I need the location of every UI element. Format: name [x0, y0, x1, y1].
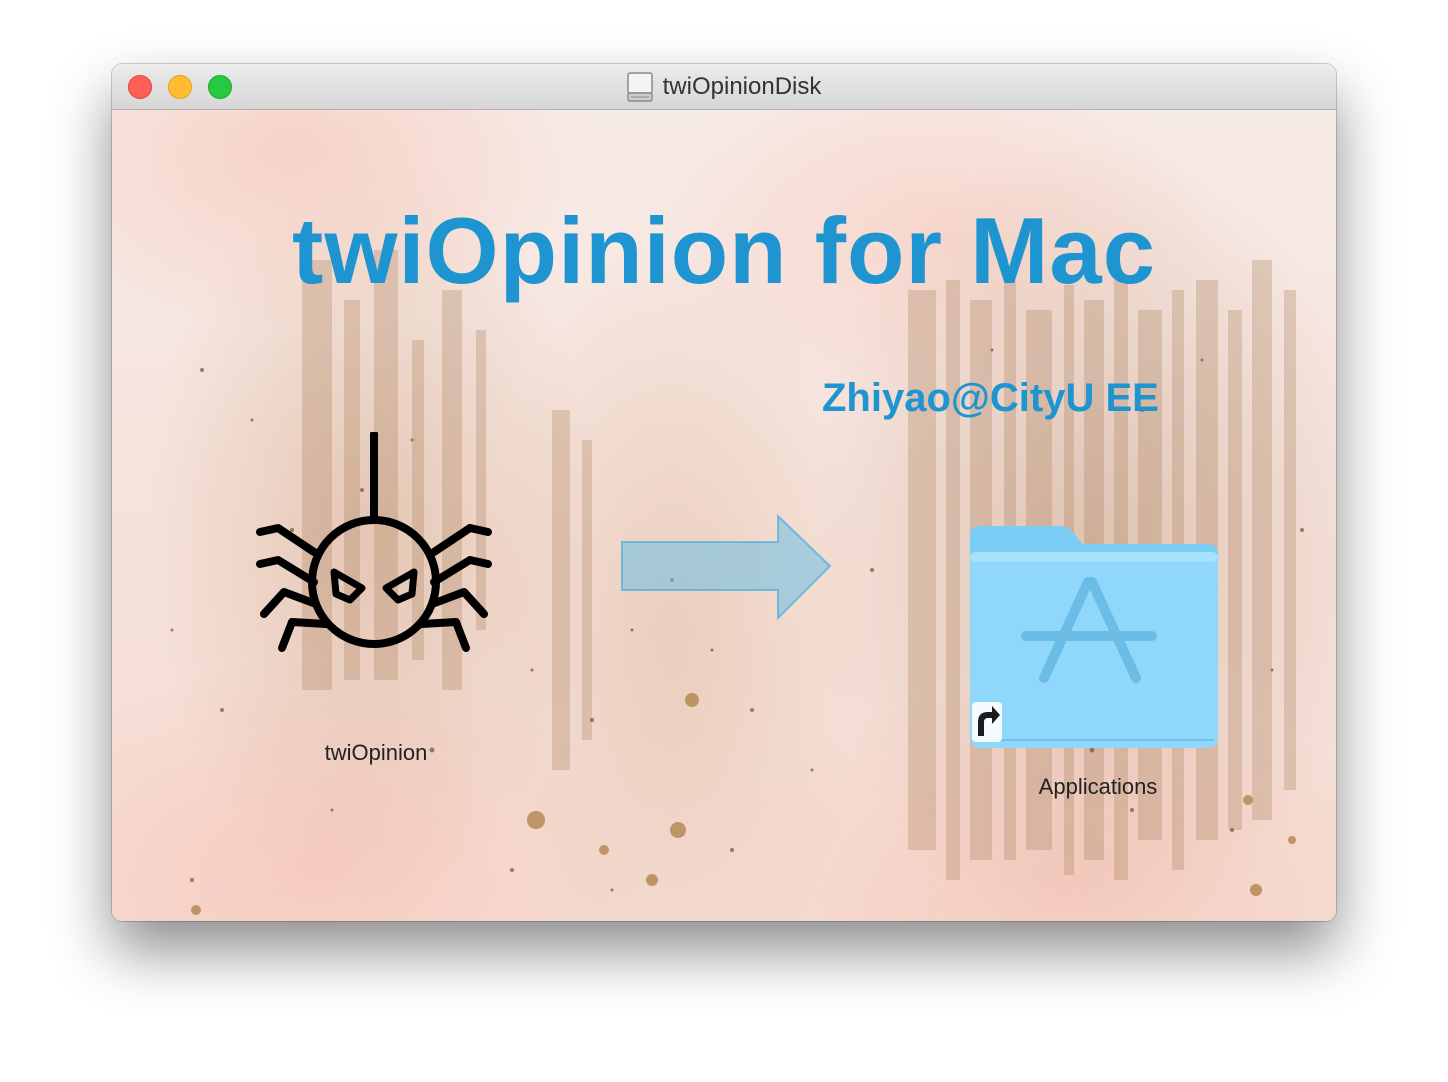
window-title-group: twiOpinionDisk	[112, 64, 1336, 109]
dmg-headline: twiOpinion for Mac	[292, 198, 1156, 303]
applications-label[interactable]: Applications	[998, 774, 1198, 800]
app-label[interactable]: twiOpinion	[276, 740, 476, 766]
title-bar[interactable]: twiOpinionDisk	[112, 64, 1336, 110]
disk-drive-icon	[626, 71, 653, 102]
spider-icon[interactable]	[254, 432, 502, 702]
applications-folder-icon[interactable]	[968, 522, 1220, 754]
window-title: twiOpinionDisk	[662, 72, 822, 100]
finder-window: twiOpinionDisk twiOpinion for Mac Zhiyao…	[112, 64, 1336, 921]
right-arrow-icon	[621, 514, 832, 620]
author-credit: Zhiyao@CityU EE	[822, 376, 1159, 420]
dmg-background: twiOpinion for Mac Zhiyao@CityU EE twiOp…	[112, 110, 1336, 921]
alias-arrow-icon	[972, 702, 1002, 742]
